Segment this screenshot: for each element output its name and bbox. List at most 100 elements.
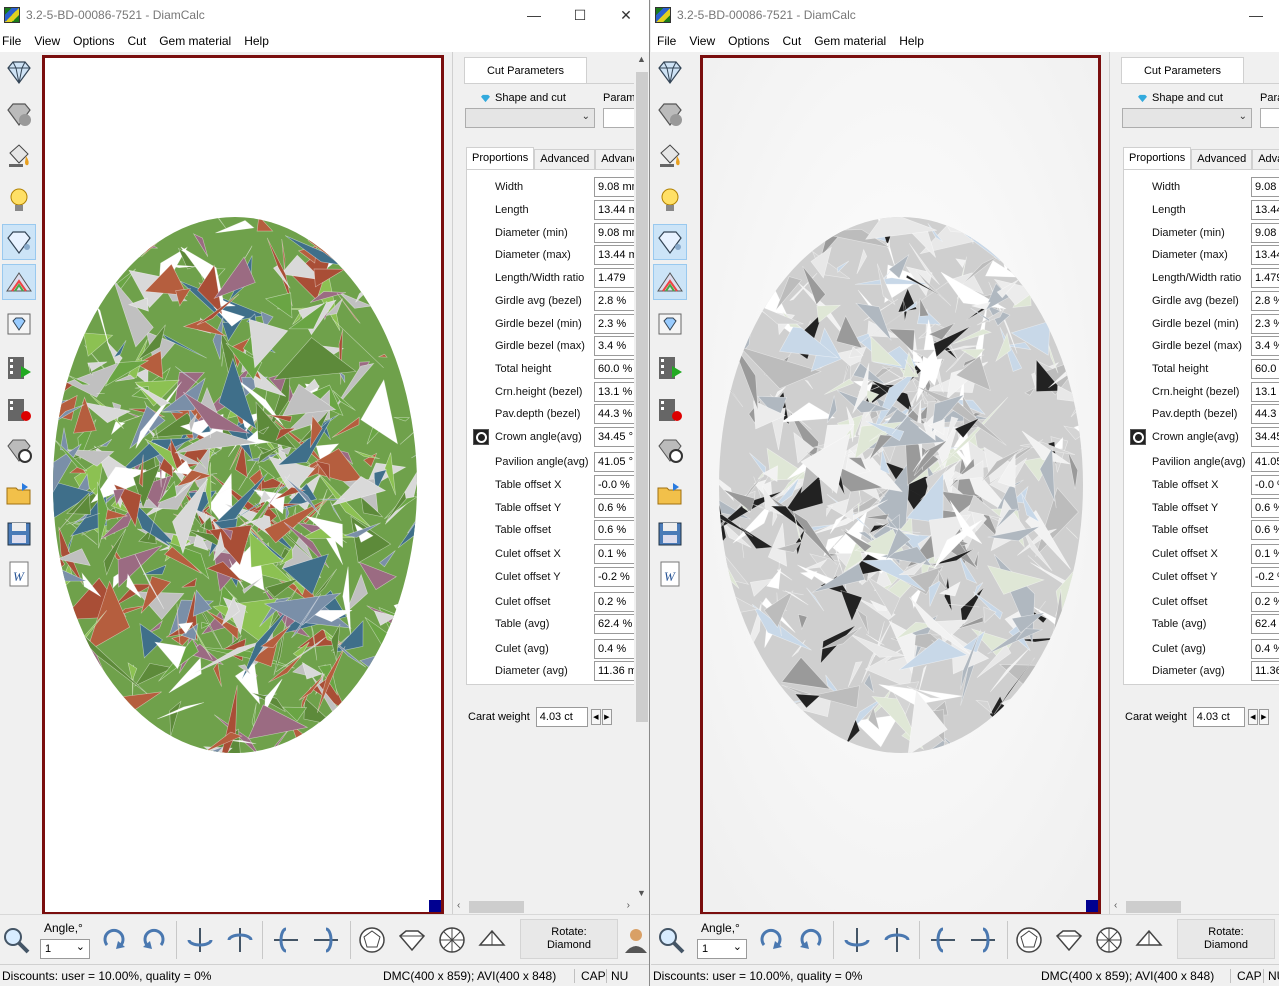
carat-weight-field[interactable]: 4.03 ct <box>535 707 588 727</box>
diameter-min-value[interactable]: 9.08 mm <box>594 223 638 243</box>
scroll-down-icon[interactable]: ▼ <box>637 888 646 898</box>
panel-horizontal-scrollbar[interactable]: ‹ › <box>453 900 634 914</box>
length-value[interactable]: 13.44 mm <box>594 200 638 220</box>
scroll-left-icon[interactable]: ‹ <box>1114 900 1117 911</box>
culet-offset-value[interactable]: 0.2 % <box>594 592 638 612</box>
pavilion-depth-value[interactable]: 44.3 % <box>1251 404 1279 424</box>
culet-offset-x-value[interactable]: 0.1 % <box>1251 544 1279 564</box>
table-avg-value[interactable]: 62.4 % <box>1251 614 1279 634</box>
close-button[interactable]: ✕ <box>603 0 649 30</box>
tab-proportions[interactable]: Proportions <box>1123 147 1192 169</box>
open-folder-icon[interactable] <box>653 476 687 512</box>
rotate-mode-box[interactable]: Rotate: Diamond <box>1177 919 1275 959</box>
photo-diamond-icon[interactable] <box>2 306 36 342</box>
pavilion-view-icon[interactable] <box>476 924 508 956</box>
flip-horizontal-2-icon[interactable] <box>881 924 913 956</box>
diamond-gray-icon[interactable] <box>653 96 687 132</box>
culet-offset-value[interactable]: 0.2 % <box>1251 592 1279 612</box>
rotate-ccw-icon[interactable] <box>795 924 827 956</box>
top-view-icon[interactable] <box>356 924 388 956</box>
diamond-viewport-left[interactable] <box>42 55 444 915</box>
hscroll-thumb[interactable] <box>1126 901 1181 913</box>
word-export-icon[interactable]: W <box>2 556 36 592</box>
spin-right-icon[interactable]: ▶ <box>1258 709 1269 725</box>
width-value[interactable]: 9.08 mm <box>1251 177 1279 197</box>
lock-icon[interactable] <box>1130 429 1146 445</box>
flip-vertical-icon[interactable] <box>270 924 302 956</box>
scroll-right-icon[interactable]: › <box>627 900 630 911</box>
diamond-view-icon[interactable] <box>2 54 36 90</box>
top-view-icon[interactable] <box>1013 924 1045 956</box>
menu-view[interactable]: View <box>683 30 722 52</box>
pavilion-view-icon[interactable] <box>1133 924 1165 956</box>
rainbow-prism-icon[interactable] <box>653 264 687 300</box>
save-disk-icon[interactable] <box>653 516 687 552</box>
tab-advanced[interactable]: Advanced <box>534 149 596 169</box>
crown-height-value[interactable]: 13.1 % <box>1251 382 1279 402</box>
side-view-icon[interactable] <box>396 924 428 956</box>
diameter-min-value[interactable]: 9.08 mm <box>1251 223 1279 243</box>
tab-proportions[interactable]: Proportions <box>466 147 535 169</box>
diameter-avg-value[interactable]: 11.36 mm <box>594 661 638 681</box>
table-avg-value[interactable]: 62.4 % <box>594 614 638 634</box>
table-offset-value[interactable]: 0.6 % <box>594 520 638 540</box>
rotate-cw-icon[interactable] <box>755 924 787 956</box>
scroll-thumb[interactable] <box>636 72 648 722</box>
rotate-cw-icon[interactable] <box>98 924 130 956</box>
menu-cut[interactable]: Cut <box>122 30 154 52</box>
girdle-max-value[interactable]: 3.4 % <box>594 336 638 356</box>
carat-weight-field[interactable]: 4.03 ct <box>1192 707 1245 727</box>
menu-file[interactable]: File <box>0 30 28 52</box>
lock-icon[interactable] <box>473 429 489 445</box>
spin-left-icon[interactable]: ◀ <box>1247 709 1258 725</box>
width-value[interactable]: 9.08 mm <box>594 177 638 197</box>
zoom-icon[interactable] <box>0 924 32 956</box>
menu-help[interactable]: Help <box>893 30 931 52</box>
panel-vertical-scrollbar[interactable]: ▲ ▼ <box>634 52 649 900</box>
diamond-wheel-icon[interactable] <box>2 432 36 468</box>
open-folder-icon[interactable] <box>2 476 36 512</box>
diamond-viewport-right[interactable] <box>700 55 1101 915</box>
scroll-up-icon[interactable]: ▲ <box>637 54 646 64</box>
culet-avg-value[interactable]: 0.4 % <box>1251 639 1279 659</box>
table-offset-value[interactable]: 0.6 % <box>1251 520 1279 540</box>
light-bulb-icon[interactable] <box>2 182 36 218</box>
word-export-icon[interactable]: W <box>653 556 687 592</box>
menu-file[interactable]: File <box>651 30 683 52</box>
paint-bucket-icon[interactable] <box>2 138 36 174</box>
pavilion-angle-value[interactable]: 41.05 ° <box>1251 452 1279 472</box>
title-bar[interactable]: 3.2-5-BD-00086-7521 - DiamCalc — ☐ <box>651 0 1279 30</box>
side-view-icon[interactable] <box>1053 924 1085 956</box>
photo-diamond-icon[interactable] <box>653 306 687 342</box>
spin-left-icon[interactable]: ◀ <box>590 709 601 725</box>
diamond-wheel-icon[interactable] <box>653 432 687 468</box>
culet-avg-value[interactable]: 0.4 % <box>594 639 638 659</box>
girdle-min-value[interactable]: 2.3 % <box>594 314 638 334</box>
tab-advanced-2[interactable]: Advanced <box>1252 149 1279 169</box>
rainbow-prism-icon[interactable] <box>2 264 36 300</box>
light-bulb-icon[interactable] <box>653 182 687 218</box>
flip-vertical-2-icon[interactable] <box>310 924 342 956</box>
shape-select[interactable]: ⌄ <box>465 108 595 128</box>
table-offset-x-value[interactable]: -0.0 % <box>1251 475 1279 495</box>
diameter-max-value[interactable]: 13.44 mm <box>1251 245 1279 265</box>
paint-bucket-icon[interactable] <box>653 138 687 174</box>
culet-offset-y-value[interactable]: -0.2 % <box>594 567 638 587</box>
crown-height-value[interactable]: 13.1 % <box>594 382 638 402</box>
diamond-sparkle-icon[interactable] <box>2 224 36 260</box>
menu-gem-material[interactable]: Gem material <box>808 30 893 52</box>
pavilion-depth-value[interactable]: 44.3 % <box>594 404 638 424</box>
tab-cut-parameters[interactable]: Cut Parameters <box>1121 57 1244 83</box>
lw-ratio-value[interactable]: 1.479 <box>594 268 638 288</box>
diameter-avg-value[interactable]: 11.36 mm <box>1251 661 1279 681</box>
culet-offset-y-value[interactable]: -0.2 % <box>1251 567 1279 587</box>
flip-horizontal-2-icon[interactable] <box>224 924 256 956</box>
pavilion-angle-value[interactable]: 41.05 ° <box>594 452 638 472</box>
diamond-sparkle-icon[interactable] <box>653 224 687 260</box>
scroll-left-icon[interactable]: ‹ <box>457 900 460 911</box>
save-disk-icon[interactable] <box>2 516 36 552</box>
spin-right-icon[interactable]: ▶ <box>601 709 612 725</box>
total-height-value[interactable]: 60.0 % <box>1251 359 1279 379</box>
bottom-view-icon[interactable] <box>1093 924 1125 956</box>
angle-select[interactable]: 1 <box>40 938 90 959</box>
